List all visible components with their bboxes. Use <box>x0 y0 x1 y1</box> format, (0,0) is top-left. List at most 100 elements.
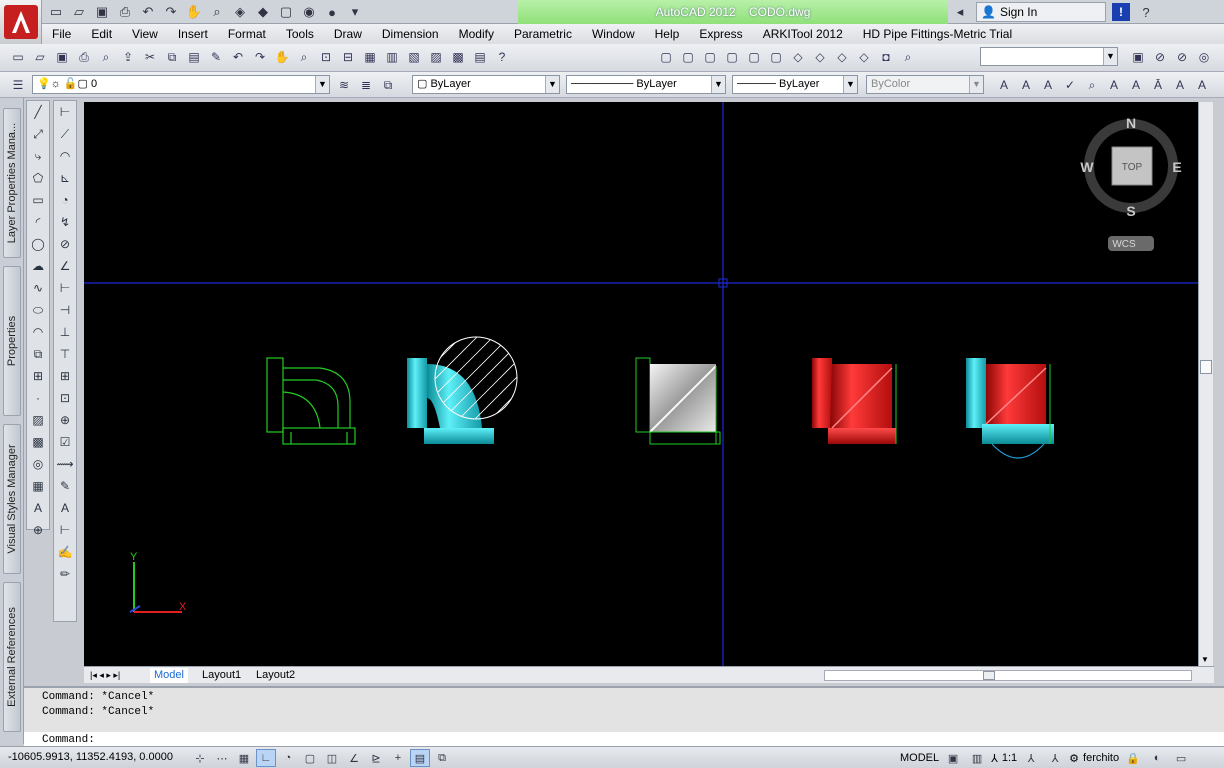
save-file-icon[interactable]: ▣ <box>52 47 72 67</box>
model-space-label[interactable]: MODEL <box>900 752 939 764</box>
menu-insert[interactable]: Insert <box>168 24 218 44</box>
ellipse-arc-icon[interactable]: ◠ <box>27 321 49 343</box>
plot-icon[interactable]: ⎙ <box>74 47 94 67</box>
annotation-visibility-icon[interactable]: ⅄ <box>1021 749 1041 767</box>
paste-icon[interactable]: ▤ <box>184 47 204 67</box>
break-icon[interactable]: ⊞ <box>54 365 76 387</box>
space-icon[interactable]: ⊤ <box>54 343 76 365</box>
angular-icon[interactable]: ∠ <box>54 255 76 277</box>
mtext-icon[interactable]: A <box>27 497 49 519</box>
dim-update-icon[interactable]: ⊢ <box>54 519 76 541</box>
ordinate-icon[interactable]: ⊾ <box>54 167 76 189</box>
insert-block-icon[interactable]: ⧉ <box>27 343 49 365</box>
calculator-icon[interactable]: ▤ <box>470 47 490 67</box>
line-icon[interactable]: ╱ <box>27 101 49 123</box>
hscroll-thumb[interactable] <box>983 671 995 680</box>
text-justify-icon[interactable]: A <box>1126 75 1146 95</box>
menu-draw[interactable]: Draw <box>324 24 372 44</box>
text-mask-icon[interactable]: A <box>1170 75 1190 95</box>
dim-override-icon[interactable]: ✏ <box>54 563 76 585</box>
spell-check-icon[interactable]: ✓ <box>1060 75 1080 95</box>
lock-icon[interactable]: 🔒 <box>1123 749 1143 767</box>
preview-icon[interactable]: ⌕ <box>96 47 116 67</box>
exchange-icon[interactable]: ! <box>1112 3 1130 21</box>
view-combo[interactable]: ▼ <box>980 47 1118 66</box>
polyline-icon[interactable]: ⤷ <box>27 145 49 167</box>
layer-previous-icon[interactable]: ⧉ <box>378 75 398 95</box>
style-2-icon[interactable]: ⊘ <box>1150 47 1170 67</box>
view-9-icon[interactable]: ◇ <box>832 47 852 67</box>
tab-layer-properties[interactable]: Layer Properties Mana... <box>3 108 21 258</box>
hatch-icon[interactable]: ▨ <box>27 409 49 431</box>
vertical-scrollbar[interactable]: ▼ <box>1198 102 1213 666</box>
baseline-icon[interactable]: ⊣ <box>54 299 76 321</box>
dim-edit-icon[interactable]: ✎ <box>54 475 76 497</box>
style-3-icon[interactable]: ⊘ <box>1172 47 1192 67</box>
tolerance-icon[interactable]: ⊡ <box>54 387 76 409</box>
cut-icon[interactable]: ✂ <box>140 47 160 67</box>
jogged-icon[interactable]: ↯ <box>54 211 76 233</box>
elbow-wireframe[interactable] <box>266 357 356 445</box>
text-explode-icon[interactable]: A <box>1192 75 1212 95</box>
arc-length-icon[interactable]: ◠ <box>54 145 76 167</box>
globe-icon[interactable]: ◉ <box>299 2 319 22</box>
gradient-icon[interactable]: ▩ <box>27 431 49 453</box>
layer-combo[interactable]: 💡☼ 🔓▢ 0 ▼ <box>32 75 330 94</box>
open-file-icon[interactable]: ▱ <box>30 47 50 67</box>
sheet-set-icon[interactable]: ▨ <box>426 47 446 67</box>
find-icon[interactable]: ⌕ <box>1082 75 1102 95</box>
menu-dimension[interactable]: Dimension <box>372 24 449 44</box>
otrack-icon[interactable]: ∠ <box>344 749 364 767</box>
match-icon[interactable]: ✎ <box>206 47 226 67</box>
coordinates[interactable]: -10605.9913, 11352.4193, 0.0000 <box>8 751 173 763</box>
table-icon[interactable]: ▦ <box>27 475 49 497</box>
view-4-icon[interactable]: ▢ <box>722 47 742 67</box>
scroll-thumb[interactable] <box>1200 360 1212 374</box>
tab-layout1[interactable]: Layout1 <box>198 668 245 683</box>
lwt-icon[interactable]: ▤ <box>410 749 430 767</box>
layer-states-icon[interactable]: ≋ <box>334 75 354 95</box>
menu-parametric[interactable]: Parametric <box>504 24 582 44</box>
elbow-red-cyan[interactable] <box>966 358 1054 459</box>
help-icon[interactable]: ? <box>1136 2 1156 22</box>
camera-icon[interactable]: ◘ <box>876 47 896 67</box>
view-2-icon[interactable]: ▢ <box>678 47 698 67</box>
drawing-area[interactable]: Y X TOP N S E W WCS <box>84 102 1198 666</box>
tab-visual-styles[interactable]: Visual Styles Manager <box>3 424 21 574</box>
copy-icon[interactable]: ⧉ <box>162 47 182 67</box>
layer-manager-icon[interactable]: ☰ <box>8 75 28 95</box>
quick-view-drawings-icon[interactable]: ▥ <box>967 749 987 767</box>
qnew-icon[interactable]: ▭ <box>8 47 28 67</box>
linetype-combo[interactable]: ──────── ByLayer ▼ <box>566 75 726 94</box>
jogged-linear-icon[interactable]: ⟿ <box>54 453 76 475</box>
text-style-icon[interactable]: A <box>1016 75 1036 95</box>
dim-text-edit-icon[interactable]: A <box>54 497 76 519</box>
menu-view[interactable]: View <box>122 24 168 44</box>
pan-icon[interactable]: ✋ <box>184 2 204 22</box>
tpy-icon[interactable]: ⧉ <box>432 749 452 767</box>
dropdown-icon[interactable]: ▾ <box>345 2 365 22</box>
menu-file[interactable]: File <box>42 24 81 44</box>
render-icon[interactable]: ◆ <box>253 2 273 22</box>
view-1-icon[interactable]: ▢ <box>656 47 676 67</box>
pan-tb-icon[interactable]: ✋ <box>272 47 292 67</box>
plotstyle-combo[interactable]: ByColor ▼ <box>866 75 984 94</box>
snap-icon[interactable]: ⋯ <box>212 749 232 767</box>
annotation-scale[interactable]: 1:1 <box>1002 752 1017 764</box>
inspect-icon[interactable]: ☑ <box>54 431 76 453</box>
text-edit-icon[interactable]: A <box>1038 75 1058 95</box>
make-block-icon[interactable]: ⊞ <box>27 365 49 387</box>
publish-icon[interactable]: ⇪ <box>118 47 138 67</box>
help-tb-icon[interactable]: ? <box>492 47 512 67</box>
application-menu-button[interactable] <box>0 0 42 44</box>
sign-in-box[interactable]: 👤 Sign In <box>976 2 1106 22</box>
lineweight-combo[interactable]: ───── ByLayer ▼ <box>732 75 858 94</box>
radius-icon[interactable]: ◔ <box>54 189 76 211</box>
region-icon[interactable]: ◎ <box>27 453 49 475</box>
zoom-icon[interactable]: ⌕ <box>207 2 227 22</box>
elbow-steel[interactable] <box>635 357 721 445</box>
tab-model[interactable]: Model <box>150 668 188 683</box>
dyn-icon[interactable]: + <box>388 749 408 767</box>
grid-icon[interactable]: ▦ <box>234 749 254 767</box>
markup-icon[interactable]: ▩ <box>448 47 468 67</box>
